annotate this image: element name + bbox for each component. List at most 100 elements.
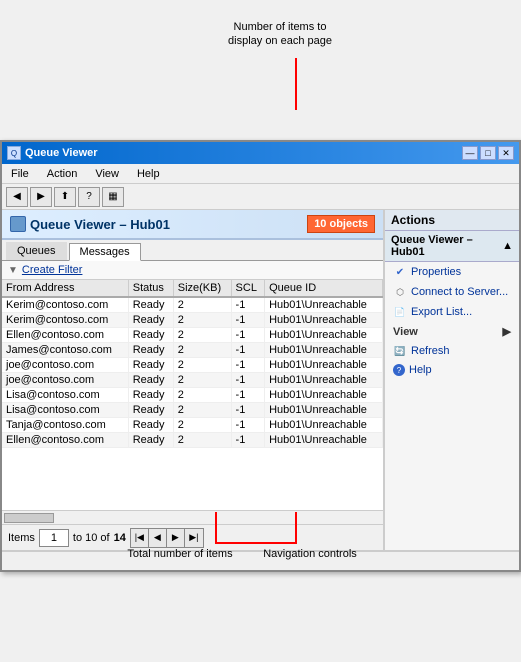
messages-table: From Address Status Size(KB) SCL Queue I… bbox=[2, 280, 383, 448]
right-panel: Actions Queue Viewer – Hub01 ▲ ✔ Propert… bbox=[384, 210, 519, 550]
table-row[interactable]: Ellen@contoso.comReady2-1Hub01\Unreachab… bbox=[2, 328, 383, 343]
refresh-icon: 🔄 bbox=[393, 344, 407, 358]
table-cell: Ready bbox=[128, 297, 173, 313]
app-icon: Q bbox=[7, 146, 21, 160]
action-view-label[interactable]: View ▶ bbox=[385, 322, 519, 341]
menu-action[interactable]: Action bbox=[44, 167, 81, 181]
table-cell: 2 bbox=[173, 403, 231, 418]
col-status: Status bbox=[128, 280, 173, 297]
data-table-wrapper: From Address Status Size(KB) SCL Queue I… bbox=[2, 280, 383, 510]
toolbar-help[interactable]: ? bbox=[78, 187, 100, 207]
close-button[interactable]: ✕ bbox=[498, 146, 514, 160]
table-cell: Hub01\Unreachable bbox=[265, 418, 383, 433]
table-cell: -1 bbox=[231, 373, 265, 388]
qv-icon bbox=[10, 216, 26, 232]
table-cell: Ready bbox=[128, 343, 173, 358]
actions-section-title: Queue Viewer – Hub01 ▲ bbox=[385, 231, 519, 262]
table-cell: 2 bbox=[173, 358, 231, 373]
table-row[interactable]: Ellen@contoso.comReady2-1Hub01\Unreachab… bbox=[2, 433, 383, 448]
ann-arrow-nav bbox=[295, 512, 297, 542]
col-size: Size(KB) bbox=[173, 280, 231, 297]
window-title: Queue Viewer bbox=[25, 147, 98, 159]
tabs: Queues Messages bbox=[2, 240, 383, 261]
filter-icon: ▼ bbox=[8, 265, 18, 276]
table-cell: -1 bbox=[231, 358, 265, 373]
table-cell: Hub01\Unreachable bbox=[265, 297, 383, 313]
table-row[interactable]: joe@contoso.comReady2-1Hub01\Unreachable bbox=[2, 373, 383, 388]
table-cell: Hub01\Unreachable bbox=[265, 328, 383, 343]
table-cell: Ready bbox=[128, 403, 173, 418]
table-cell: joe@contoso.com bbox=[2, 358, 128, 373]
table-cell: joe@contoso.com bbox=[2, 373, 128, 388]
table-cell: -1 bbox=[231, 328, 265, 343]
qv-title: Queue Viewer – Hub01 bbox=[10, 216, 170, 232]
tab-queues[interactable]: Queues bbox=[6, 242, 67, 260]
actions-header: Actions bbox=[385, 210, 519, 231]
toolbar-forward[interactable]: ▶ bbox=[30, 187, 52, 207]
table-cell: Ellen@contoso.com bbox=[2, 328, 128, 343]
table-row[interactable]: joe@contoso.comReady2-1Hub01\Unreachable bbox=[2, 358, 383, 373]
toolbar: ◀ ▶ ⬆ ? ▦ bbox=[2, 184, 519, 210]
menu-file[interactable]: File bbox=[8, 167, 32, 181]
table-row[interactable]: Kerim@contoso.comReady2-1Hub01\Unreachab… bbox=[2, 297, 383, 313]
action-help[interactable]: ? Help bbox=[385, 361, 519, 379]
objects-badge: 10 objects bbox=[307, 215, 375, 233]
table-cell: -1 bbox=[231, 388, 265, 403]
table-cell: 2 bbox=[173, 388, 231, 403]
action-connect-server[interactable]: ⬡ Connect to Server... bbox=[385, 282, 519, 302]
annotation-top: Number of items to display on each page bbox=[200, 20, 360, 49]
menu-view[interactable]: View bbox=[92, 167, 122, 181]
toolbar-up[interactable]: ⬆ bbox=[54, 187, 76, 207]
toolbar-back[interactable]: ◀ bbox=[6, 187, 28, 207]
table-cell: -1 bbox=[231, 343, 265, 358]
col-queue-id: Queue ID bbox=[265, 280, 383, 297]
table-row[interactable]: James@contoso.comReady2-1Hub01\Unreachab… bbox=[2, 343, 383, 358]
action-refresh[interactable]: 🔄 Refresh bbox=[385, 341, 519, 361]
table-cell: 2 bbox=[173, 373, 231, 388]
export-icon: 📄 bbox=[393, 305, 407, 319]
table-cell: Ready bbox=[128, 388, 173, 403]
create-filter-link[interactable]: Create Filter bbox=[22, 264, 83, 276]
maximize-button[interactable]: □ bbox=[480, 146, 496, 160]
menu-help[interactable]: Help bbox=[134, 167, 163, 181]
table-cell: Hub01\Unreachable bbox=[265, 358, 383, 373]
table-cell: Ready bbox=[128, 358, 173, 373]
table-cell: Kerim@contoso.com bbox=[2, 297, 128, 313]
tab-messages[interactable]: Messages bbox=[69, 243, 141, 261]
table-row[interactable]: Kerim@contoso.comReady2-1Hub01\Unreachab… bbox=[2, 313, 383, 328]
table-cell: -1 bbox=[231, 313, 265, 328]
table-cell: Tanja@contoso.com bbox=[2, 418, 128, 433]
connect-icon: ⬡ bbox=[393, 285, 407, 299]
table-row[interactable]: Tanja@contoso.comReady2-1Hub01\Unreachab… bbox=[2, 418, 383, 433]
table-row[interactable]: Lisa@contoso.comReady2-1Hub01\Unreachabl… bbox=[2, 403, 383, 418]
minimize-button[interactable]: — bbox=[462, 146, 478, 160]
action-export-list[interactable]: 📄 Export List... bbox=[385, 302, 519, 322]
table-cell: -1 bbox=[231, 433, 265, 448]
table-cell: 2 bbox=[173, 313, 231, 328]
table-row[interactable]: Lisa@contoso.comReady2-1Hub01\Unreachabl… bbox=[2, 388, 383, 403]
table-header-row: From Address Status Size(KB) SCL Queue I… bbox=[2, 280, 383, 297]
table-cell: Hub01\Unreachable bbox=[265, 343, 383, 358]
main-content: Queue Viewer – Hub01 10 objects Queues M… bbox=[2, 210, 519, 550]
annotation-arrow-top bbox=[295, 58, 297, 110]
table-cell: 2 bbox=[173, 418, 231, 433]
table-cell: James@contoso.com bbox=[2, 343, 128, 358]
action-properties[interactable]: ✔ Properties bbox=[385, 262, 519, 282]
table-cell: Lisa@contoso.com bbox=[2, 388, 128, 403]
table-cell: Hub01\Unreachable bbox=[265, 373, 383, 388]
ann-arrow-total bbox=[215, 512, 217, 542]
annotations-bottom: Total number of items Navigation control… bbox=[0, 512, 521, 602]
table-cell: -1 bbox=[231, 297, 265, 313]
table-cell: Ready bbox=[128, 328, 173, 343]
table-cell: Ready bbox=[128, 373, 173, 388]
toolbar-extra[interactable]: ▦ bbox=[102, 187, 124, 207]
properties-icon: ✔ bbox=[393, 265, 407, 279]
table-cell: -1 bbox=[231, 403, 265, 418]
title-bar: Q Queue Viewer — □ ✕ bbox=[2, 142, 519, 164]
qv-header: Queue Viewer – Hub01 10 objects bbox=[2, 210, 383, 240]
filter-bar: ▼ Create Filter bbox=[2, 261, 383, 280]
col-from-address: From Address bbox=[2, 280, 128, 297]
table-cell: 2 bbox=[173, 343, 231, 358]
table-cell: Kerim@contoso.com bbox=[2, 313, 128, 328]
table-cell: Ellen@contoso.com bbox=[2, 433, 128, 448]
